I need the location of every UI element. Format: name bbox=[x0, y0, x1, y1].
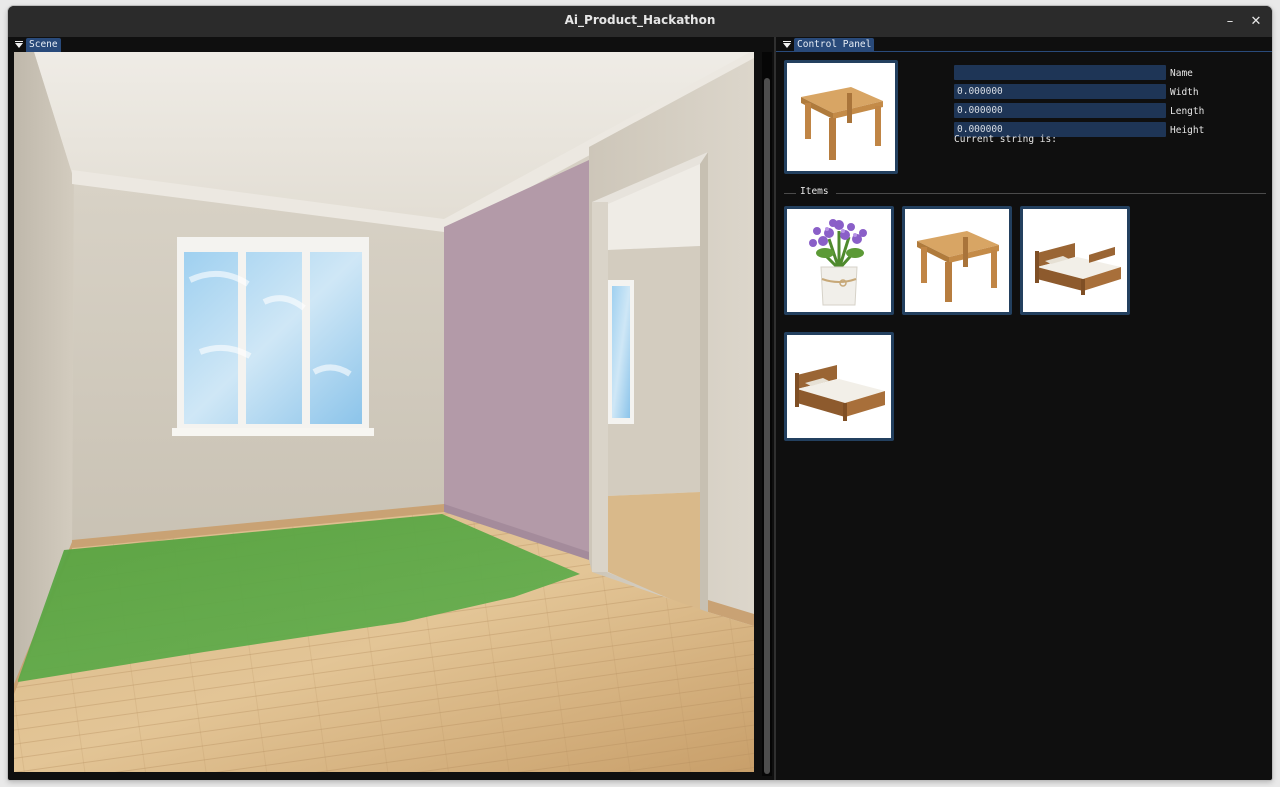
length-field[interactable]: 0.000000 bbox=[954, 103, 1166, 118]
name-label: Name bbox=[1170, 68, 1193, 79]
length-label: Length bbox=[1170, 106, 1205, 117]
title-bar: Ai_Product_Hackathon – ✕ bbox=[8, 6, 1272, 37]
control-panel: Name 0.000000 Width 0.000000 Length 0.00… bbox=[776, 52, 1272, 780]
tab-control-panel[interactable]: Control Panel bbox=[794, 38, 875, 52]
items-separator-left bbox=[784, 193, 796, 194]
item-bed[interactable] bbox=[1020, 206, 1130, 315]
flower-pot-icon bbox=[809, 219, 867, 306]
window-title: Ai_Product_Hackathon bbox=[564, 13, 716, 27]
current-string-text: Current string is: bbox=[954, 134, 1057, 145]
items-section-label: Items bbox=[800, 186, 829, 197]
table-icon bbox=[801, 87, 883, 160]
minimize-button[interactable]: – bbox=[1220, 12, 1240, 32]
scene-scrollbar-thumb[interactable] bbox=[764, 78, 770, 774]
selected-item-preview[interactable] bbox=[784, 60, 898, 174]
height-label: Height bbox=[1170, 125, 1205, 136]
app-window: Ai_Product_Hackathon – ✕ Scene Control P… bbox=[8, 6, 1272, 780]
control-panel-header: Control Panel bbox=[780, 38, 1270, 52]
collapse-arrow-icon[interactable] bbox=[15, 41, 23, 48]
width-field[interactable]: 0.000000 bbox=[954, 84, 1166, 99]
name-field[interactable] bbox=[954, 65, 1166, 80]
scene-viewport[interactable] bbox=[14, 52, 754, 772]
tab-scene[interactable]: Scene bbox=[26, 38, 61, 52]
bed-icon bbox=[795, 365, 885, 421]
items-separator-right bbox=[836, 193, 1266, 194]
item-table[interactable] bbox=[902, 206, 1012, 315]
width-label: Width bbox=[1170, 87, 1199, 98]
close-button[interactable]: ✕ bbox=[1246, 12, 1266, 32]
scene-panel-header: Scene bbox=[12, 38, 772, 52]
table-icon bbox=[917, 231, 999, 302]
collapse-arrow-icon[interactable] bbox=[783, 41, 791, 48]
item-bed-2[interactable] bbox=[784, 332, 894, 441]
bed-icon bbox=[1035, 243, 1121, 295]
item-flower-pot[interactable] bbox=[784, 206, 894, 315]
